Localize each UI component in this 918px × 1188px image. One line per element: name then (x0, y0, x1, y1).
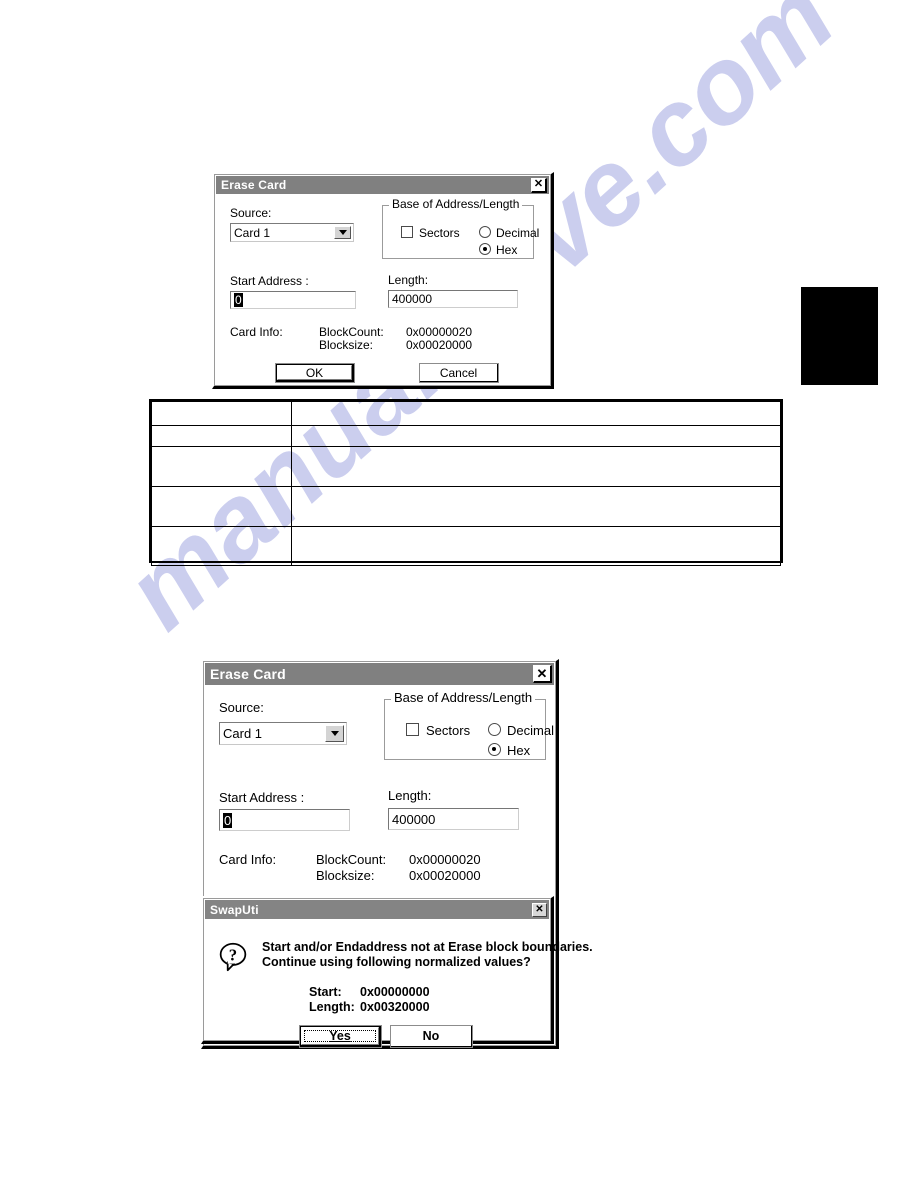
hex-label: Hex (507, 743, 531, 758)
start-address-value: 0 (223, 812, 233, 828)
length-input[interactable]: 400000 (388, 290, 518, 308)
source-label: Source: (219, 700, 264, 715)
source-combobox[interactable]: Card 1 (230, 223, 354, 242)
decimal-radio[interactable] (479, 226, 491, 238)
title-bar[interactable]: SwapUti ✕ (205, 900, 549, 919)
source-value: Card 1 (223, 726, 263, 741)
card-info-label: Card Info: (219, 852, 277, 867)
length-label: Length: (388, 788, 432, 803)
table-cell (291, 526, 781, 566)
swaputil-messagebox: SwapUti ✕ ? Start and/or Endaddress not … (201, 896, 593, 1048)
blockcount-value: 0x00000020 (409, 852, 481, 867)
cancel-button[interactable]: Cancel (419, 363, 499, 383)
table-body (151, 401, 781, 566)
blocksize-value: 0x00020000 (409, 868, 481, 883)
source-label: Source: (230, 206, 272, 220)
start-address-input[interactable]: 0 (219, 809, 350, 831)
blocksize-value: 0x00020000 (406, 338, 473, 352)
table-cell (151, 446, 292, 487)
dialog-title: Erase Card (221, 178, 287, 192)
ok-label: OK (305, 365, 324, 380)
message-line-2: Continue using following normalized valu… (262, 955, 531, 969)
hex-label: Hex (496, 243, 518, 257)
start-address-label: Start Address : (219, 790, 305, 805)
decimal-label: Decimal (507, 723, 554, 738)
normalized-start-value: 0x00000000 (360, 985, 430, 999)
yes-label: Yes (329, 1028, 351, 1043)
start-address-value: 0 (234, 293, 243, 307)
close-icon[interactable]: ✕ (531, 177, 547, 193)
erase-card-dialog-top: Erase Card ✕ Source: Card 1 Base of Addr… (212, 172, 554, 389)
question-icon: ? (219, 942, 247, 972)
sectors-label: Sectors (426, 723, 471, 738)
table-row (151, 425, 781, 447)
start-address-label: Start Address : (230, 274, 309, 288)
normalized-length-value: 0x00320000 (360, 1000, 430, 1014)
length-value: 400000 (392, 292, 433, 306)
messagebox-body: ? Start and/or Endaddress not at Erase b… (205, 920, 593, 1048)
chevron-down-icon[interactable] (334, 226, 351, 239)
table-row (151, 486, 781, 527)
blocksize-label: Blocksize: (316, 868, 375, 883)
table-cell (151, 401, 292, 426)
table-cell (151, 486, 292, 527)
decimal-label: Decimal (496, 226, 540, 240)
sectors-label: Sectors (419, 226, 460, 240)
content-table (149, 399, 783, 566)
title-bar[interactable]: Erase Card ✕ (216, 176, 549, 194)
title-bar[interactable]: Erase Card ✕ (205, 663, 554, 685)
sectors-checkbox[interactable] (406, 723, 419, 736)
sectors-checkbox[interactable] (401, 226, 413, 238)
blockcount-label: BlockCount: (316, 852, 387, 867)
blockcount-value: 0x00000020 (406, 325, 473, 339)
table-row (151, 446, 781, 487)
table-cell (291, 486, 781, 527)
table-cell (151, 526, 292, 566)
normalized-length-label: Length: (309, 1000, 355, 1014)
ok-button[interactable]: OK (275, 363, 355, 383)
chevron-down-icon[interactable] (325, 725, 344, 742)
base-of-address-length-group: Base of Address/Length Sectors Decimal H… (384, 691, 554, 760)
source-value: Card 1 (234, 225, 271, 240)
table-cell (291, 425, 781, 447)
table-cell (291, 446, 781, 487)
close-icon[interactable]: ✕ (532, 902, 547, 917)
base-of-address-length-group: Base of Address/Length Sectors Decimal H… (382, 198, 539, 259)
table-row (151, 401, 781, 426)
decimal-radio[interactable] (488, 723, 501, 736)
length-label: Length: (388, 273, 429, 287)
table-row (151, 526, 781, 566)
yes-button[interactable]: Yes (299, 1025, 382, 1048)
dialog-title: Erase Card (210, 666, 286, 682)
group-title: Base of Address/Length (389, 198, 523, 210)
table-cell (151, 425, 292, 447)
svg-text:?: ? (229, 946, 237, 965)
normalized-start-label: Start: (309, 985, 342, 999)
hex-radio[interactable] (488, 743, 501, 756)
table-cell (291, 401, 781, 426)
group-title: Base of Address/Length (391, 691, 536, 704)
hex-radio[interactable] (479, 243, 491, 255)
no-button[interactable]: No (390, 1025, 473, 1048)
length-input[interactable]: 400000 (388, 808, 519, 830)
message-line-1: Start and/or Endaddress not at Erase blo… (262, 940, 593, 954)
page-tab-marker (801, 287, 878, 385)
dialog-body: Source: Card 1 Base of Address/Length Se… (216, 195, 549, 384)
close-icon[interactable]: ✕ (533, 665, 552, 683)
blocksize-label: Blocksize: (319, 338, 374, 352)
card-info-label: Card Info: (230, 325, 283, 339)
start-address-input[interactable]: 0 (230, 291, 356, 309)
no-label: No (422, 1028, 440, 1043)
source-combobox[interactable]: Card 1 (219, 722, 347, 745)
cancel-label: Cancel (439, 365, 478, 380)
messagebox-title: SwapUti (210, 902, 259, 917)
blockcount-label: BlockCount: (319, 325, 384, 339)
length-value: 400000 (392, 811, 436, 827)
